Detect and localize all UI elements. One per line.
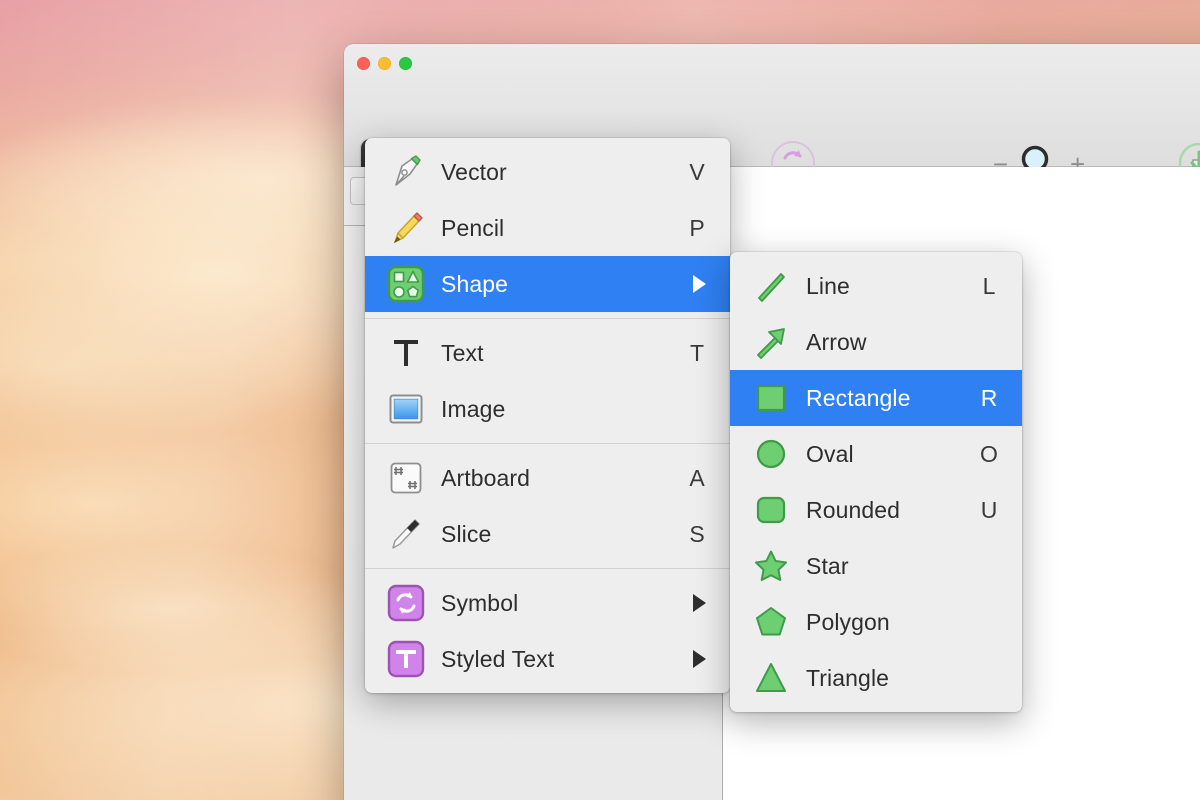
- menu-shortcut-rectangle: R: [980, 384, 998, 411]
- menu-label-shape: Shape: [441, 270, 509, 297]
- menu-shortcut-slice: S: [689, 520, 705, 547]
- menu-item-polygon[interactable]: Polygon: [730, 594, 1022, 650]
- menu-label-arrow: Arrow: [806, 328, 867, 355]
- menu-label-text: Text: [441, 339, 484, 366]
- menu-item-star[interactable]: Star: [730, 538, 1022, 594]
- menu-separator: [365, 568, 730, 569]
- menu-label-polygon: Polygon: [806, 608, 890, 635]
- menu-shortcut-text: T: [689, 339, 705, 366]
- minimize-button[interactable]: [378, 57, 391, 70]
- shape-icon: [383, 265, 429, 303]
- polygon-icon: [748, 604, 794, 640]
- oval-icon: [748, 437, 794, 471]
- menu-separator: [365, 443, 730, 444]
- menu-item-rectangle[interactable]: Rectangle R: [730, 370, 1022, 426]
- menu-label-artboard: Artboard: [441, 464, 531, 491]
- triangle-icon: [748, 660, 794, 696]
- menu-item-image[interactable]: Image: [365, 381, 730, 437]
- menu-item-symbol[interactable]: Symbol: [365, 575, 730, 631]
- menu-item-pencil[interactable]: Pencil P: [365, 200, 730, 256]
- maximize-button[interactable]: [399, 57, 412, 70]
- menu-label-symbol: Symbol: [441, 589, 519, 616]
- menu-item-styled-text[interactable]: Styled Text: [365, 631, 730, 687]
- menu-item-text[interactable]: Text T: [365, 325, 730, 381]
- menu-item-slice[interactable]: Slice S: [365, 506, 730, 562]
- shape-submenu: Line L Arrow Rectangle R Oval O Rounded …: [730, 252, 1022, 712]
- menu-shortcut-line: L: [982, 272, 996, 299]
- menu-label-rectangle: Rectangle: [806, 384, 911, 411]
- menu-label-pencil: Pencil: [441, 214, 505, 241]
- slice-icon: [383, 514, 429, 554]
- text-icon: [383, 333, 429, 373]
- menu-item-rounded[interactable]: Rounded U: [730, 482, 1022, 538]
- symbol-icon: [383, 584, 429, 622]
- menu-label-rounded: Rounded: [806, 496, 901, 523]
- menu-shortcut-artboard: A: [689, 464, 705, 491]
- star-icon: [748, 548, 794, 584]
- menu-label-slice: Slice: [441, 520, 492, 547]
- menu-item-line[interactable]: Line L: [730, 258, 1022, 314]
- menu-item-vector[interactable]: Vector V: [365, 144, 730, 200]
- menu-separator: [365, 318, 730, 319]
- menu-shortcut-rounded: U: [980, 496, 998, 523]
- menu-label-triangle: Triangle: [806, 664, 890, 691]
- submenu-arrow-icon: [693, 650, 706, 668]
- menu-shortcut-pencil: P: [689, 214, 705, 241]
- rounded-icon: [748, 493, 794, 527]
- menu-item-triangle[interactable]: Triangle: [730, 650, 1022, 706]
- menu-item-artboard[interactable]: Artboard A: [365, 450, 730, 506]
- menu-shortcut-oval: O: [980, 440, 998, 467]
- pencil-icon: [383, 208, 429, 248]
- vector-pen-icon: [383, 152, 429, 192]
- menu-item-arrow[interactable]: Arrow: [730, 314, 1022, 370]
- menu-shortcut-vector: V: [689, 158, 705, 185]
- menu-label-vector: Vector: [441, 158, 507, 185]
- arrow-icon: [748, 324, 794, 360]
- menu-label-oval: Oval: [806, 440, 854, 467]
- artboard-icon: [383, 461, 429, 495]
- menu-label-line: Line: [806, 272, 850, 299]
- submenu-arrow-icon: [693, 594, 706, 612]
- submenu-arrow-icon: [693, 275, 706, 293]
- menu-item-oval[interactable]: Oval O: [730, 426, 1022, 482]
- styled-text-icon: [383, 640, 429, 678]
- line-icon: [748, 268, 794, 304]
- insert-menu: Vector V Pencil P Shape Text T Image Art…: [365, 138, 730, 693]
- close-button[interactable]: [357, 57, 370, 70]
- rectangle-icon: [748, 381, 794, 415]
- window-controls: [357, 57, 412, 70]
- menu-label-styled-text: Styled Text: [441, 645, 555, 672]
- menu-label-image: Image: [441, 395, 506, 422]
- image-icon: [383, 391, 429, 427]
- menu-label-star: Star: [806, 552, 849, 579]
- menu-item-shape[interactable]: Shape: [365, 256, 730, 312]
